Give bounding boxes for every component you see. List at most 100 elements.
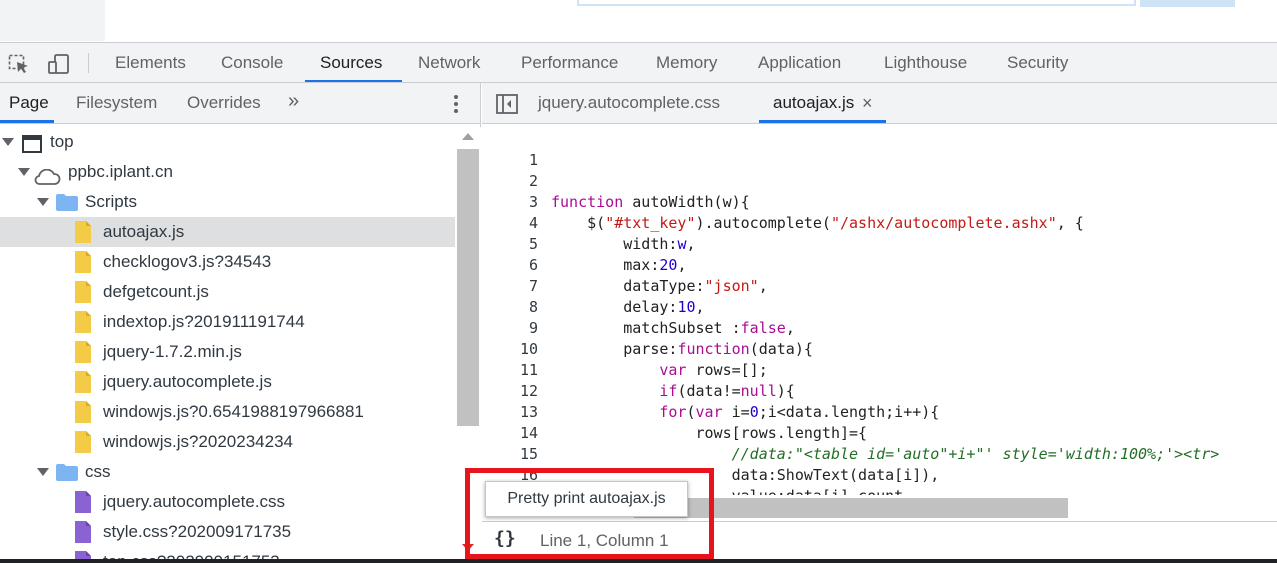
tab-application[interactable]: Application [758,43,841,83]
code-line: 9 parse:function(data){ [482,297,1277,358]
code-line: 11 if(data!=null){ [482,339,1277,400]
tree-item-file[interactable]: top.css?202009151753 [0,547,455,559]
tab-memory[interactable]: Memory [656,43,717,83]
toggle-navigator-icon[interactable] [496,94,518,114]
tree-item-label: Scripts [85,192,137,211]
device-toolbar-icon[interactable] [48,54,70,74]
tab-security[interactable]: Security [1007,43,1068,83]
expand-arrow-icon[interactable] [37,468,49,476]
code-line: 10 var rows=[]; [482,318,1277,379]
tree-item-label: windowjs.js?2020234234 [103,432,293,451]
page-search-button[interactable] [1140,0,1235,7]
code-line: 13 rows[rows.length]={ [482,381,1277,442]
expand-arrow-icon[interactable] [2,138,14,146]
tree-item-top[interactable]: top [0,127,455,157]
tree-item-label: windowjs.js?0.6541988197966881 [103,402,364,421]
tab-page[interactable]: Page [9,83,49,123]
sources-navigator: Page Filesystem Overrides » top ppbc.ipl… [0,83,481,559]
js-file-icon [75,371,91,393]
js-file-icon [75,311,91,333]
more-tabs-chevron-icon[interactable]: » [288,90,299,113]
tree-item-label: top.css?202009151753 [103,547,280,559]
js-file-icon [75,221,91,243]
tree-item-label: top [50,132,74,151]
code-line: 4 width:w, [482,192,1277,253]
code-line: 5 max:20, [482,213,1277,274]
code-line: 1 [482,129,1277,169]
annotation-highlight-box [465,468,714,559]
tree-item-label: css [85,462,111,481]
tree-item-label: autoajax.js [103,222,185,241]
js-file-icon [75,281,91,303]
code-line: 6 dataType:"json", [482,234,1277,295]
code-area[interactable]: 1 2 function autoWidth(w){ 3 $("#txt_key… [482,129,1277,495]
tree-item-file[interactable]: checklogov3.js?34543 [0,247,455,277]
navigator-tabs: Page Filesystem Overrides » [0,83,480,124]
tree-item-file[interactable]: defgetcount.js [0,277,455,307]
close-tab-icon[interactable]: × [862,83,873,123]
toolbar-separator [88,53,89,73]
tree-item-label: jquery.autocomplete.js [103,372,272,391]
tree-item-file[interactable]: windowjs.js?2020234234 [0,427,455,457]
scrollbar-thumb[interactable] [457,149,479,426]
js-file-icon [75,401,91,423]
code-line: 7 delay:10, [482,255,1277,316]
tree-item-domain[interactable]: ppbc.iplant.cn [0,157,455,187]
tree-item-label: jquery-1.7.2.min.js [103,342,242,361]
page-search-box[interactable] [577,0,1136,6]
tab-performance[interactable]: Performance [521,43,618,83]
code-line: 14 //data:"<table id='auto"+i+"' style='… [482,402,1277,463]
tree-item-label: indextop.js?201911191744 [103,312,305,331]
active-tab-indicator [305,80,402,82]
code-line: 12 for(var i=0;i<data.length;i++){ [482,360,1277,421]
inspect-element-icon[interactable] [8,54,30,74]
tree-item-folder-css[interactable]: css [0,457,455,487]
tab-overrides[interactable]: Overrides [187,83,261,123]
css-file-icon [75,521,91,543]
tree-item-file[interactable]: autoajax.js [0,217,455,247]
scroll-up-arrow-icon[interactable] [462,133,474,140]
editor-tab-autoajax[interactable]: autoajax.js [773,83,854,123]
expand-arrow-icon[interactable] [37,198,49,206]
page-left-panel [0,0,105,41]
tree-item-label: defgetcount.js [103,282,209,301]
window-bottom-edge [0,559,1277,563]
css-file-icon [75,491,91,513]
active-tab-indicator [759,120,886,123]
js-file-icon [75,341,91,363]
tab-sources[interactable]: Sources [320,43,382,83]
tab-filesystem[interactable]: Filesystem [76,83,157,123]
code-line: 16 value:data[i].count, [482,444,1277,495]
editor-tabs: jquery.autocomplete.css autoajax.js × [482,83,1277,124]
active-tab-indicator [0,120,54,123]
code-line: 15 data:ShowText(data[i]), [482,423,1277,484]
editor-tab-css[interactable]: jquery.autocomplete.css [538,83,720,123]
js-file-icon [75,431,91,453]
tree-item-file[interactable]: windowjs.js?0.6541988197966881 [0,397,455,427]
tree-item-file[interactable]: jquery.autocomplete.js [0,367,455,397]
tree-item-folder-scripts[interactable]: Scripts [0,187,455,217]
tree-item-file[interactable]: jquery-1.7.2.min.js [0,337,455,367]
tab-elements[interactable]: Elements [115,43,186,83]
code-line: 3 $("#txt_key").autocomplete("/ashx/auto… [482,171,1277,232]
expand-arrow-icon[interactable] [18,168,30,176]
more-options-icon[interactable] [448,93,464,115]
tab-lighthouse[interactable]: Lighthouse [884,43,967,83]
tree-item-label: jquery.autocomplete.css [103,492,286,511]
devtools-main-toolbar: Elements Console Sources Network Perform… [0,42,1277,83]
tab-network[interactable]: Network [418,43,480,83]
tab-console[interactable]: Console [221,43,283,83]
tree-item-label: checklogov3.js?34543 [103,252,272,271]
tree-item-label: ppbc.iplant.cn [68,162,173,181]
folder-icon [56,464,78,481]
tree-item-file[interactable]: indextop.js?201911191744 [0,307,455,337]
js-file-icon [75,251,91,273]
tree-item-file[interactable]: style.css?202009171735 [0,517,455,547]
page-content-area [0,0,1277,41]
folder-icon [56,194,78,211]
file-tree: top ppbc.iplant.cn Scripts autoajax.js c… [0,127,455,559]
code-line: 8 matchSubset :false, [482,276,1277,337]
code-line: 2 function autoWidth(w){ [482,150,1277,211]
css-file-icon [75,551,91,559]
tree-item-file[interactable]: jquery.autocomplete.css [0,487,455,517]
